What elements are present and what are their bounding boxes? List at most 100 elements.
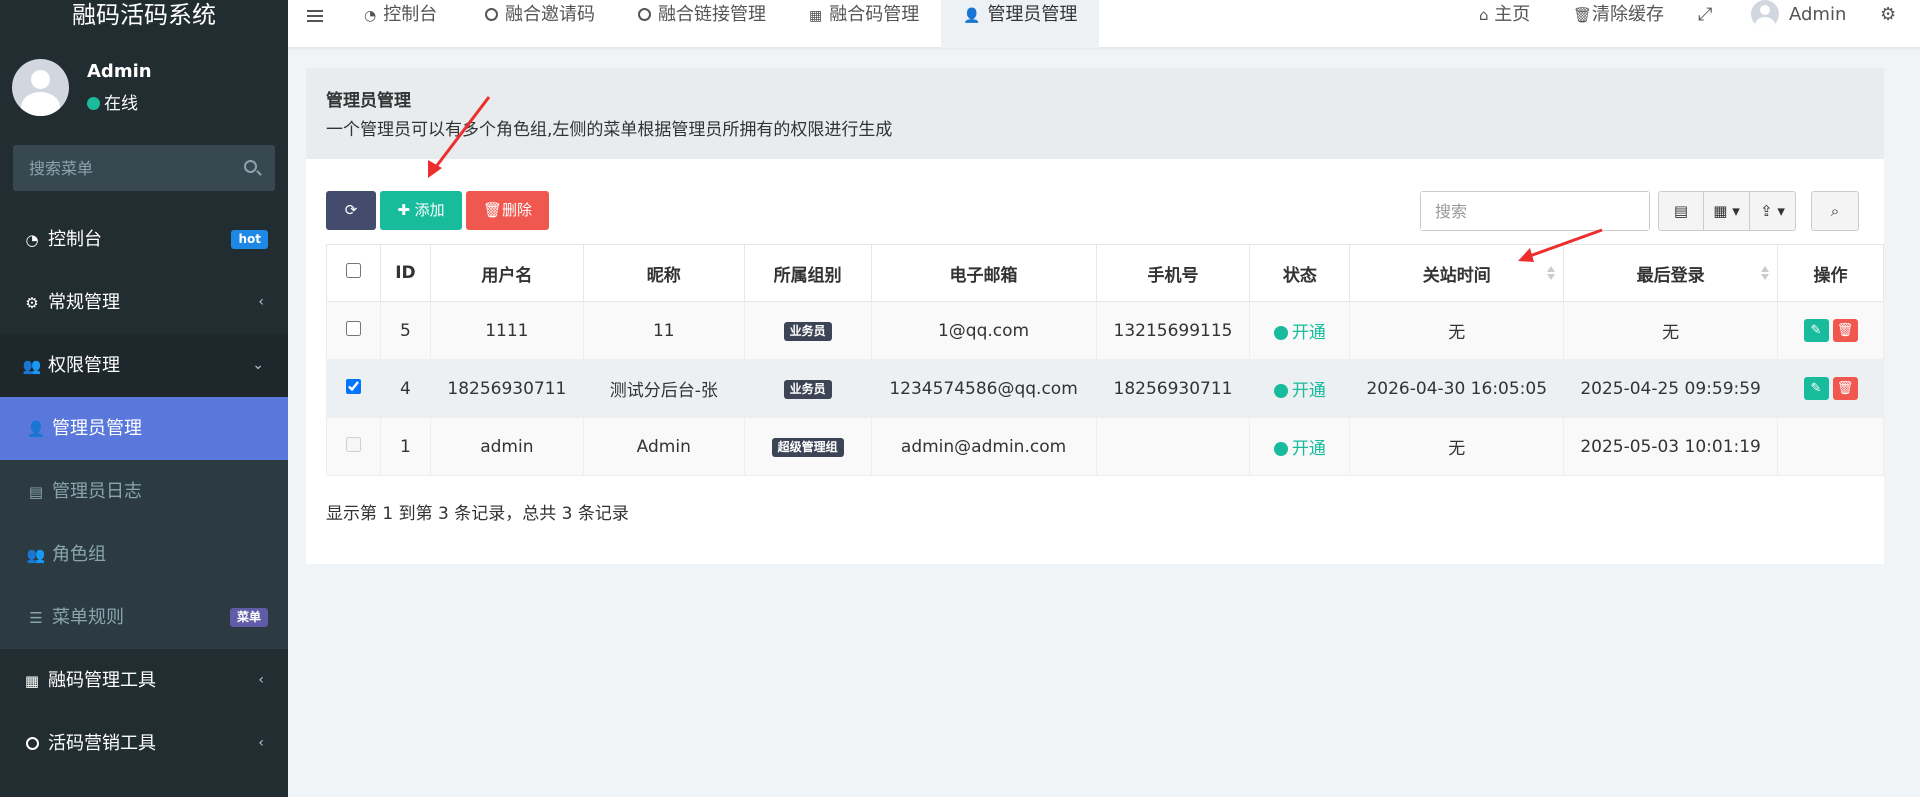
cell-status: 开通 — [1249, 359, 1351, 418]
table-row: 4 18256930711 测试分后台-张 业务员 1234574586@qq.… — [326, 359, 1884, 418]
tab-invite-code[interactable]: 融合邀请码 — [485, 0, 595, 48]
status-dot-icon — [1273, 384, 1288, 398]
sidebar-item-label: 常规管理 — [48, 292, 120, 313]
cell-close-time: 无 — [1349, 417, 1565, 476]
status-dot-icon — [1273, 326, 1288, 340]
sidebar-item-role-group[interactable]: 👥 角色组 — [0, 523, 288, 586]
menu-badge: 菜单 — [229, 608, 268, 627]
sidebar-item-general[interactable]: ⚙ 常规管理 ‹ — [0, 271, 288, 334]
avatar — [1751, 0, 1779, 28]
column-header-mobile: 手机号 — [1095, 244, 1251, 302]
export-icon: ⇪ ▾ — [1760, 202, 1785, 220]
row-delete-button[interactable]: 🗑 — [1832, 319, 1858, 342]
column-header-status: 状态 — [1249, 244, 1351, 302]
sidebar-item-admin-log[interactable]: ▤ 管理员日志 — [0, 460, 288, 523]
cell-username: admin — [429, 417, 584, 476]
cell-nickname: 测试分后台-张 — [582, 359, 745, 418]
columns-dropdown-button[interactable]: ▦ ▾ — [1703, 191, 1750, 231]
sidebar-item-auth[interactable]: 👥 权限管理 ⌄ — [0, 334, 288, 397]
table-row: 1 admin Admin 超级管理组 admin@admin.com 开通 无… — [326, 417, 1884, 476]
sidebar-item-admin[interactable]: 👤 管理员管理 — [0, 397, 288, 460]
cell-nickname: 11 — [582, 301, 745, 360]
sidebar-item-merge-tools[interactable]: ▦ 融码管理工具 ‹ — [0, 649, 288, 712]
cell-last-login: 2025-05-03 10:01:19 — [1563, 417, 1779, 476]
pagination-info: 显示第 1 到第 3 条记录，总共 3 条记录 — [326, 504, 629, 524]
column-header-operate: 操作 — [1777, 244, 1884, 302]
pencil-icon: ✎ — [1810, 323, 1822, 338]
edit-button[interactable]: ✎ — [1803, 319, 1829, 342]
group-icon: 👥 — [26, 546, 46, 564]
sort-icon[interactable] — [1761, 266, 1770, 280]
toggle-view-button[interactable]: ▤ — [1658, 191, 1704, 231]
search-icon[interactable] — [244, 160, 257, 173]
fullscreen-icon[interactable]: ⤢ — [1698, 0, 1712, 30]
hamburger-icon[interactable] — [307, 7, 323, 25]
sidebar-item-label: 活码营销工具 — [48, 733, 156, 754]
sidebar-item-label: 管理员日志 — [52, 481, 142, 502]
add-button[interactable]: ✚ 添加 — [380, 191, 462, 230]
delete-button[interactable]: 🗑删除 — [466, 191, 549, 230]
user-icon: 👤 — [26, 420, 46, 438]
edit-button[interactable]: ✎ — [1803, 377, 1829, 400]
row-select-cell — [326, 359, 381, 418]
bars-icon: ☰ — [29, 609, 43, 627]
trash-icon: 🗑 — [1836, 381, 1854, 396]
cell-operate: ✎ 🗑 — [1777, 359, 1884, 418]
cell-operate: ✎ 🗑 — [1777, 301, 1884, 360]
status-badge[interactable]: 开通 — [1273, 323, 1326, 343]
user-name: Admin — [87, 61, 152, 82]
cell-mobile: 13215699115 — [1095, 301, 1251, 360]
cell-close-time: 无 — [1349, 301, 1565, 360]
export-dropdown-button[interactable]: ⇪ ▾ — [1749, 191, 1796, 231]
table-search-input[interactable] — [1421, 192, 1649, 230]
cell-status: 开通 — [1249, 417, 1351, 476]
cell-operate — [1777, 417, 1884, 476]
sidebar-item-menu-rule[interactable]: ☰ 菜单规则 菜单 — [0, 586, 288, 649]
row-select-cell — [326, 301, 381, 360]
top-header: ◔ 控制台 融合邀请码 融合链接管理 ▦ 融合码管理 👤 管理员管理 ⌂ 主页 🗑清除… — [288, 0, 1920, 48]
trash-icon: 🗑 — [482, 201, 503, 219]
list-alt-icon: ▤ — [28, 483, 44, 501]
sidebar-item-marketing-tools[interactable]: 活码营销工具 ‹ — [0, 712, 288, 775]
cell-group: 业务员 — [743, 359, 872, 418]
trash-icon: 🗑 — [1836, 323, 1854, 338]
status-badge[interactable]: 开通 — [1273, 381, 1326, 401]
sidebar-item-label: 控制台 — [48, 229, 102, 250]
settings-gear-icon[interactable]: ⚙ — [1880, 0, 1896, 30]
sidebar-search-input[interactable] — [13, 145, 233, 191]
column-header-close-time[interactable]: 关站时间 — [1349, 244, 1565, 302]
dashboard-icon: ◔ — [364, 8, 377, 24]
sidebar-item-label: 角色组 — [52, 544, 106, 565]
cell-status: 开通 — [1249, 301, 1351, 360]
column-header-email: 电子邮箱 — [870, 244, 1097, 302]
refresh-button[interactable]: ⟳ — [326, 191, 376, 230]
advanced-search-button[interactable]: ⌕ — [1811, 191, 1859, 231]
clear-cache-link[interactable]: 🗑清除缓存 — [1573, 0, 1664, 30]
user-icon: 👤 — [963, 8, 981, 24]
column-header-last-login[interactable]: 最后登录 — [1563, 244, 1779, 302]
group-badge: 业务员 — [783, 380, 832, 399]
tab-code-manage[interactable]: ▦ 融合码管理 — [809, 0, 919, 48]
cell-id: 4 — [379, 359, 431, 418]
row-checkbox[interactable] — [345, 320, 361, 336]
tab-dashboard[interactable]: ◔ 控制台 — [364, 0, 437, 48]
sort-icon[interactable] — [1547, 266, 1556, 280]
refresh-icon: ⟳ — [344, 201, 358, 219]
circle-icon — [22, 713, 42, 776]
row-delete-button[interactable]: 🗑 — [1832, 377, 1858, 400]
dashboard-icon: ◔ — [25, 231, 39, 249]
sidebar-menu: ◔ 控制台 hot ⚙ 常规管理 ‹ 👥 权限管理 ⌄ 👤 管理员管理 ▤ 管理员日志 👥… — [0, 208, 288, 775]
home-link[interactable]: ⌂ 主页 — [1479, 0, 1530, 30]
header-user-menu[interactable]: Admin — [1751, 0, 1846, 30]
status-badge[interactable]: 开通 — [1273, 439, 1326, 459]
column-header-id[interactable]: ID — [379, 244, 431, 302]
row-checkbox[interactable] — [345, 378, 361, 394]
tab-link-manage[interactable]: 融合链接管理 — [638, 0, 766, 48]
cell-id: 1 — [379, 417, 431, 476]
table-header-row: ID 用户名 昵称 所属组别 电子邮箱 手机号 状态 关站时间 最后登录 操作 — [326, 244, 1884, 302]
list-alt-icon: ▤ — [1673, 202, 1689, 220]
tab-admin-manage[interactable]: 👤 管理员管理 — [941, 0, 1100, 48]
cell-email: 1@qq.com — [870, 301, 1097, 360]
sidebar-item-dashboard[interactable]: ◔ 控制台 hot — [0, 208, 288, 271]
select-all-checkbox[interactable] — [345, 263, 361, 278]
